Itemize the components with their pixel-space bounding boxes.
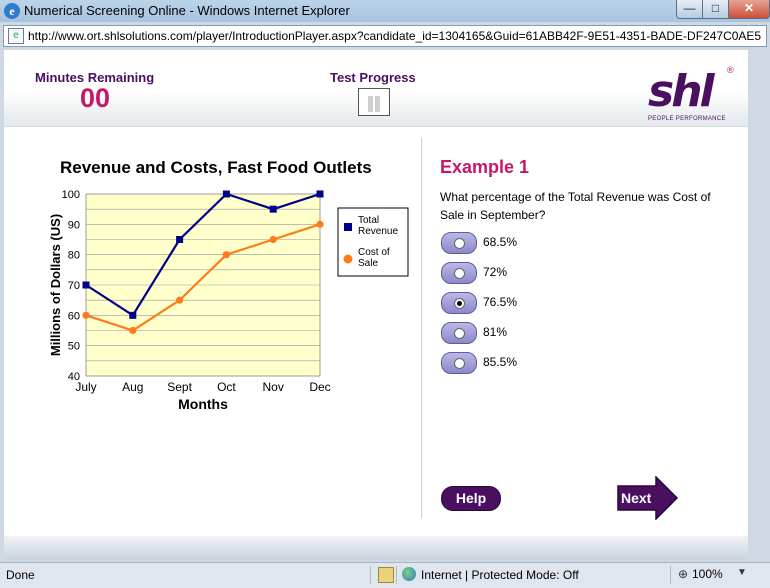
maximize-button[interactable]: □ [702,0,729,19]
window-border [750,50,770,560]
answer-option[interactable]: 81% [441,322,641,344]
y-tick-label: 100 [62,189,80,201]
window-title-bar[interactable]: e Numerical Screening Online - Windows I… [0,0,770,22]
data-point [82,281,90,289]
chevron-down-icon[interactable]: ▼ [737,567,747,578]
test-page: Minutes Remaining 00 Test Progress shl ®… [4,50,748,560]
radio-button[interactable] [441,232,477,254]
test-header: Minutes Remaining 00 Test Progress shl ®… [4,50,748,127]
minutes-remaining-value: 00 [80,83,111,113]
example-title: Example 1 [440,157,530,177]
data-point [176,296,184,304]
chart-title: Revenue and Costs, Fast Food Outlets [60,158,372,177]
x-tick-label: Nov [263,380,284,394]
data-point [82,311,90,319]
y-axis-label: Millions of Dollars (US) [48,214,63,356]
data-point [222,251,230,259]
answer-option-label[interactable]: 85.5% [483,355,517,369]
zoom-level[interactable]: 100% [692,567,723,581]
y-tick-label: 70 [68,280,80,292]
shl-logo: shl [648,66,715,117]
x-tick-label: Aug [122,380,143,394]
status-separator [396,566,397,584]
internet-globe-icon [402,567,416,581]
radio-button[interactable] [441,352,477,374]
status-bar: Done Internet | Protected Mode: Off ⊕ 10… [0,562,770,588]
url-field[interactable]: http://www.ort.shlsolutions.com/player/I… [28,29,763,43]
status-text: Done [6,568,35,582]
answer-option[interactable]: 72% [441,262,641,284]
x-tick-label: Oct [217,380,236,394]
radio-button[interactable] [441,262,477,284]
radio-button[interactable] [441,322,477,344]
radio-button-selected[interactable] [441,292,477,314]
data-point [176,236,184,243]
zoom-icon[interactable]: ⊕ [678,567,688,581]
close-window-button[interactable]: ✕ [728,0,770,19]
data-point [269,235,277,244]
answer-option-label[interactable]: 76.5% [483,295,517,309]
security-shield-icon[interactable] [378,567,394,583]
data-point [316,190,324,198]
legend-marker [343,254,353,264]
y-tick-label: 50 [68,341,80,353]
ie-logo-icon: e [4,3,20,19]
address-bar[interactable]: e http://www.ort.shlsolutions.com/player… [3,25,767,47]
test-progress-icon [358,88,390,116]
line-chart: 405060708090100July Aug Sept Oct Nov DecMonth… [48,189,409,412]
answer-option-label[interactable]: 72% [483,265,507,279]
window-title: Numerical Screening Online - Windows Int… [24,3,350,18]
status-separator [670,566,671,584]
column-divider [421,138,422,518]
data-point [316,220,324,228]
data-point [222,190,230,198]
legend-marker [344,223,352,231]
page-icon: e [8,28,24,44]
data-point [129,311,137,319]
answer-option-label[interactable]: 68.5% [483,235,517,249]
answer-option[interactable]: 68.5% [441,232,641,254]
answer-option[interactable]: 85.5% [441,352,641,374]
x-tick-label: Dec [309,380,330,394]
next-button-label[interactable]: Next [621,490,651,506]
test-progress-label: Test Progress [330,70,416,85]
data-point [129,326,137,335]
logo-registered-mark: ® [727,65,734,75]
y-tick-label: 90 [68,219,80,231]
y-tick-label: 80 [68,250,80,262]
data-point [269,205,277,213]
question-text: What percentage of the Total Revenue was… [440,190,711,222]
answer-option[interactable]: 76.5% [441,292,641,314]
security-zone-text[interactable]: Internet | Protected Mode: Off [421,568,579,582]
help-button[interactable]: Help [441,486,501,511]
x-tick-label: July [75,380,96,394]
y-tick-label: 60 [68,310,80,322]
x-tick-label: Sept [167,380,192,394]
minimize-button[interactable]: — [676,0,703,19]
page-footer-band [4,536,748,560]
logo-tagline: PEOPLE PERFORMANCE [648,116,726,122]
x-axis-label: Months [178,396,228,412]
answer-option-label[interactable]: 81% [483,325,507,339]
status-separator [370,566,371,584]
